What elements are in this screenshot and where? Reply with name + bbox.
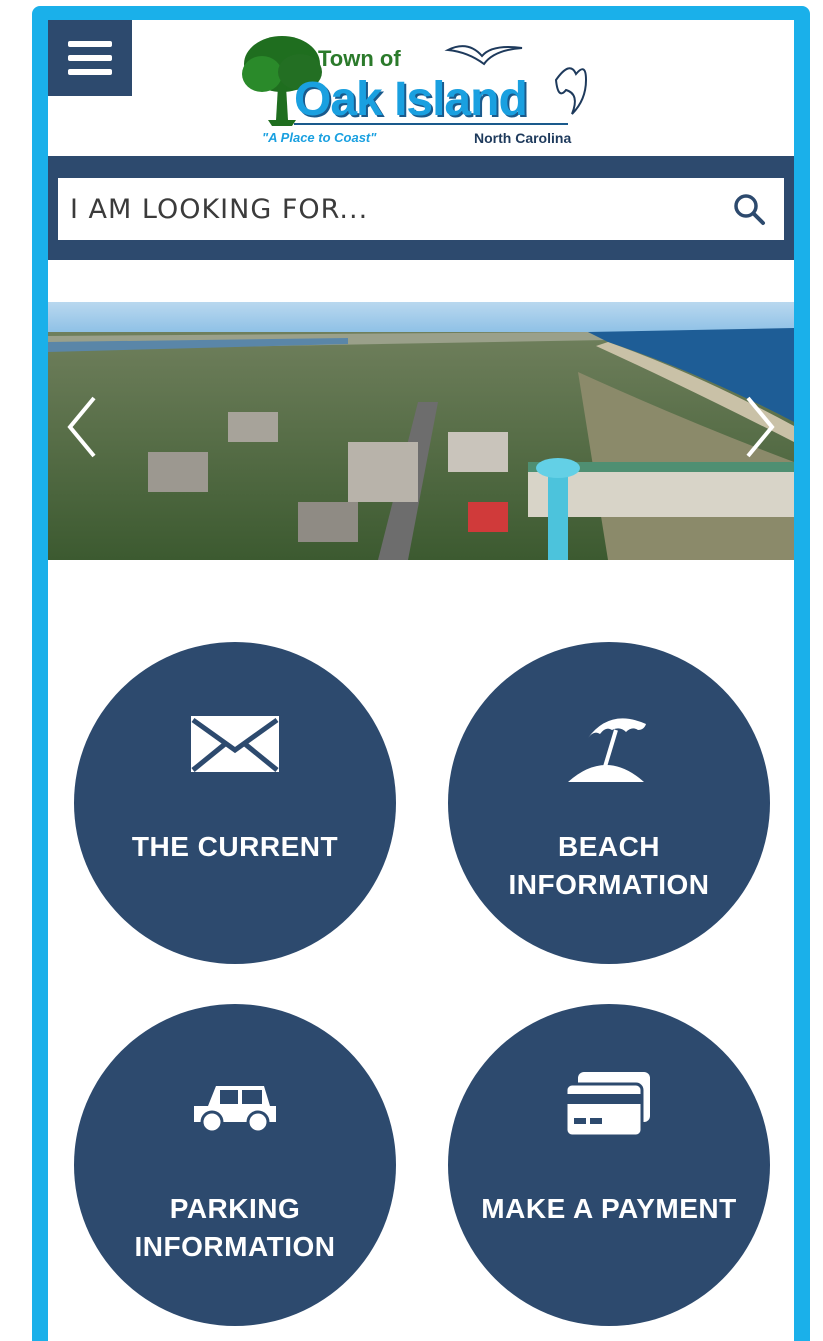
- search-field: [58, 178, 784, 240]
- logo-state: North Carolina: [474, 130, 572, 146]
- credit-card-icon: [448, 1070, 770, 1138]
- search-input[interactable]: [58, 178, 698, 240]
- quick-link-label: PARKING INFORMATION: [134, 1193, 336, 1262]
- chevron-right-icon[interactable]: [740, 392, 780, 462]
- envelope-icon: [74, 714, 396, 774]
- quick-link-beach-information[interactable]: BEACH INFORMATION: [448, 642, 770, 964]
- page: Town of Oak Island "A Place to Coast" No…: [48, 20, 794, 1341]
- logo-town-of: Town of: [318, 46, 401, 71]
- logo-town-name: Oak Island: [294, 73, 528, 126]
- search-icon[interactable]: [732, 192, 766, 226]
- coastline-icon: [554, 67, 588, 115]
- quick-link-make-a-payment[interactable]: MAKE A PAYMENT: [448, 1004, 770, 1326]
- quick-link-label: MAKE A PAYMENT: [481, 1193, 737, 1224]
- quick-link-label: THE CURRENT: [131, 831, 339, 862]
- seagull-icon: [444, 45, 523, 66]
- quick-link-label: BEACH INFORMATION: [508, 831, 710, 900]
- hero-slideshow[interactable]: [48, 302, 794, 560]
- menu-bar: [68, 55, 112, 61]
- beach-umbrella-icon: [448, 708, 770, 784]
- quick-link-the-current[interactable]: THE CURRENT: [74, 642, 396, 964]
- logo-tagline: "A Place to Coast": [262, 130, 377, 145]
- menu-bar: [68, 41, 112, 47]
- site-logo[interactable]: Town of Oak Island "A Place to Coast" No…: [238, 28, 608, 158]
- menu-bar: [68, 69, 112, 75]
- car-icon: [74, 1080, 396, 1134]
- chevron-left-icon[interactable]: [62, 392, 102, 462]
- quick-link-parking-information[interactable]: PARKING INFORMATION: [74, 1004, 396, 1326]
- aerial-town-photo: [48, 302, 794, 560]
- hamburger-menu-button[interactable]: [48, 20, 132, 96]
- search-bar: [48, 156, 794, 260]
